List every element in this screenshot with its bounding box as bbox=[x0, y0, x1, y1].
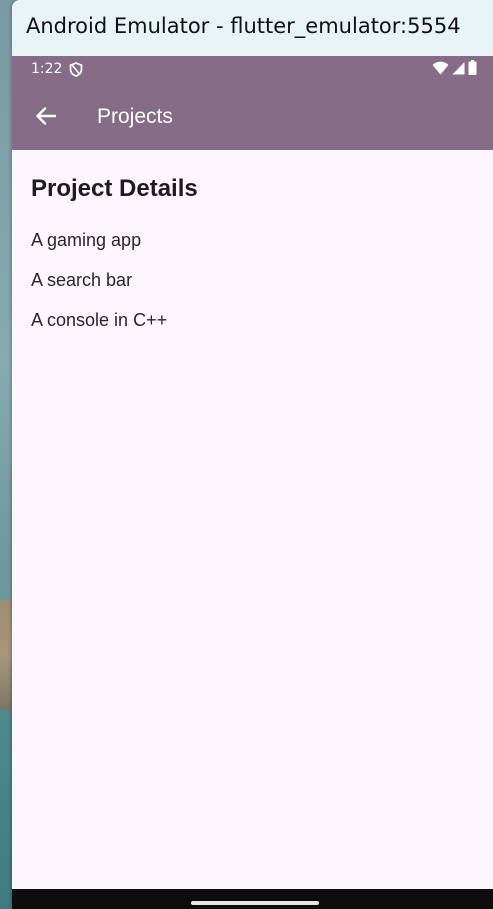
phone-screen: 1:22 Projects Project Details A gaming a… bbox=[12, 56, 493, 909]
window-title: Android Emulator - flutter_emulator:5554 bbox=[26, 14, 461, 38]
home-gesture-handle[interactable] bbox=[191, 901, 319, 905]
app-bar: Projects bbox=[12, 85, 493, 150]
section-heading: Project Details bbox=[31, 175, 198, 202]
list-item: A console in C++ bbox=[31, 310, 168, 330]
status-bar: 1:22 bbox=[12, 56, 493, 85]
arrow-back-icon bbox=[35, 105, 57, 131]
list-item: A gaming app bbox=[31, 230, 142, 250]
battery-icon bbox=[468, 60, 477, 79]
page-title: Projects bbox=[97, 105, 173, 128]
wifi-icon bbox=[432, 60, 449, 79]
emulator-window: Android Emulator - flutter_emulator:5554… bbox=[12, 0, 493, 909]
signal-icon bbox=[452, 60, 465, 79]
project-details-panel: Project Details A gaming app A search ba… bbox=[12, 150, 493, 889]
navigation-bar bbox=[12, 889, 493, 909]
status-icons bbox=[432, 60, 477, 79]
shield-icon bbox=[69, 62, 83, 77]
window-title-bar[interactable]: Android Emulator - flutter_emulator:5554 bbox=[12, 0, 493, 56]
back-button[interactable] bbox=[26, 98, 66, 138]
status-time: 1:22 bbox=[31, 61, 63, 77]
list-item: A search bar bbox=[31, 270, 133, 290]
